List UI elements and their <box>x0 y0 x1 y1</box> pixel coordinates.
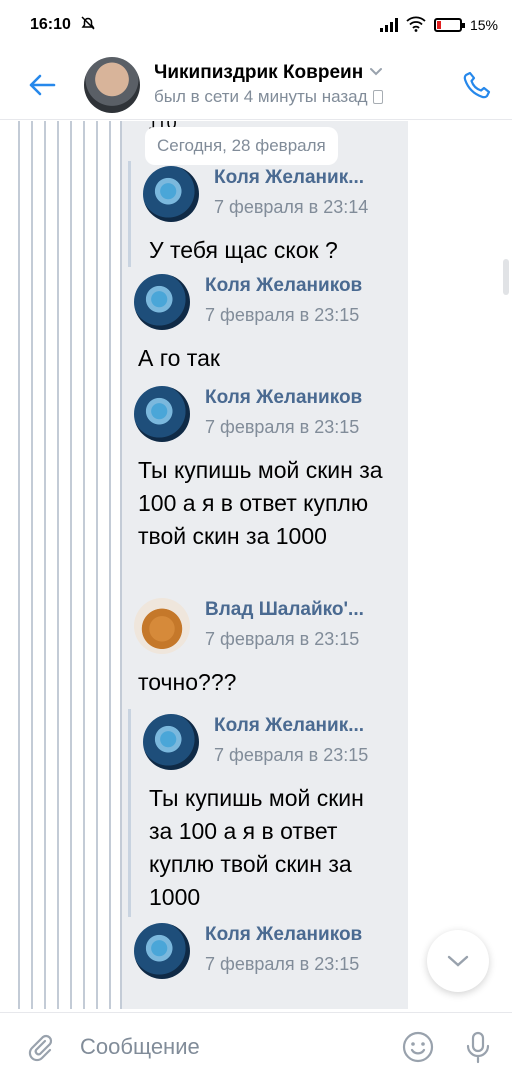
sender-avatar[interactable] <box>143 714 199 770</box>
emoji-button[interactable] <box>392 1030 444 1064</box>
forwarded-message: Коля Желаников 7 февраля в 23:15 Ты купи… <box>134 386 399 553</box>
paperclip-icon <box>28 1034 53 1061</box>
status-time: 16:10 <box>30 16 71 33</box>
message-time: 7 февраля в 23:15 <box>205 954 360 974</box>
message-text: Ты купишь мой скин за 100 а я в ответ ку… <box>138 457 383 549</box>
back-arrow-icon <box>29 74 56 95</box>
message-text: У тебя щас скок ? <box>149 237 338 263</box>
date-separator: Сегодня, 28 февраля <box>145 127 338 165</box>
sender-avatar[interactable] <box>134 386 190 442</box>
chat-header: Чикипиздрик Ковреин был в сети 4 минуты … <box>0 50 512 120</box>
avatar[interactable] <box>84 56 140 113</box>
wifi-icon <box>406 16 426 35</box>
sender-name[interactable]: Влад Шалайко'... <box>205 599 364 621</box>
battery-level: 15% <box>469 17 498 33</box>
phone-icon <box>463 71 491 98</box>
message-text: точно??? <box>138 669 237 695</box>
message-time: 7 февраля в 23:15 <box>205 417 360 437</box>
chevron-down-icon <box>369 66 383 80</box>
sender-name[interactable]: Коля Желаников <box>205 275 362 297</box>
scroll-down-button[interactable] <box>427 930 489 992</box>
voice-message-button[interactable] <box>444 1030 512 1064</box>
back-button[interactable] <box>0 50 84 120</box>
last-seen: был в сети 4 минуты назад <box>154 87 368 106</box>
chat-title: Чикипиздрик Ковреин <box>154 62 364 83</box>
message-composer: Сообщение <box>0 1012 512 1080</box>
message-time: 7 февраля в 23:15 <box>214 745 369 765</box>
sender-name[interactable]: Коля Желаников <box>205 387 362 409</box>
forwarded-message: Коля Желаников 7 февраля в 23:15 <box>134 923 399 979</box>
sender-avatar[interactable] <box>134 923 190 979</box>
forwarded-message: Коля Желаник... 7 февраля в 23:14 У тебя… <box>143 166 403 267</box>
message-time: 7 февраля в 23:15 <box>205 305 360 325</box>
forwarded-message: Коля Желаник... 7 февраля в 23:15 Ты куп… <box>143 714 403 914</box>
smile-icon <box>402 1031 434 1062</box>
quote-line <box>128 161 131 267</box>
quote-line <box>128 709 131 917</box>
chevron-down-icon <box>447 955 469 967</box>
microphone-icon <box>466 1031 490 1063</box>
sender-avatar[interactable] <box>143 166 199 222</box>
sender-name[interactable]: Коля Желаник... <box>214 167 368 189</box>
message-time: 7 февраля в 23:15 <box>205 629 360 649</box>
mobile-icon <box>372 90 383 104</box>
message-input[interactable]: Сообщение <box>80 1034 392 1060</box>
message-list[interactable]: 110 Сегодня, 28 февраля Коля Желаник... … <box>0 121 512 1009</box>
attach-button[interactable] <box>0 1032 80 1062</box>
message-time: 7 февраля в 23:14 <box>214 197 369 217</box>
mute-icon <box>79 14 97 37</box>
forward-nesting-lines <box>18 121 122 1009</box>
status-bar: 16:10 15% <box>0 0 512 50</box>
message-text: А го так <box>138 345 220 371</box>
sender-avatar[interactable] <box>134 274 190 330</box>
forwarded-message: Коля Желаников 7 февраля в 23:15 А го та… <box>134 274 399 375</box>
call-button[interactable] <box>442 50 512 120</box>
sender-name[interactable]: Коля Желаник... <box>214 715 368 737</box>
sender-avatar[interactable] <box>134 598 190 654</box>
message-text: Ты купишь мой скин за 100 а я в ответ ку… <box>149 785 364 910</box>
chat-title-area[interactable]: Чикипиздрик Ковреин был в сети 4 минуты … <box>154 62 442 107</box>
sender-name[interactable]: Коля Желаников <box>205 924 362 946</box>
battery-icon <box>433 18 465 32</box>
forwarded-message: Влад Шалайко'... 7 февраля в 23:15 точно… <box>134 598 399 699</box>
signal-icon <box>379 18 398 32</box>
scrollbar[interactable] <box>503 259 509 295</box>
